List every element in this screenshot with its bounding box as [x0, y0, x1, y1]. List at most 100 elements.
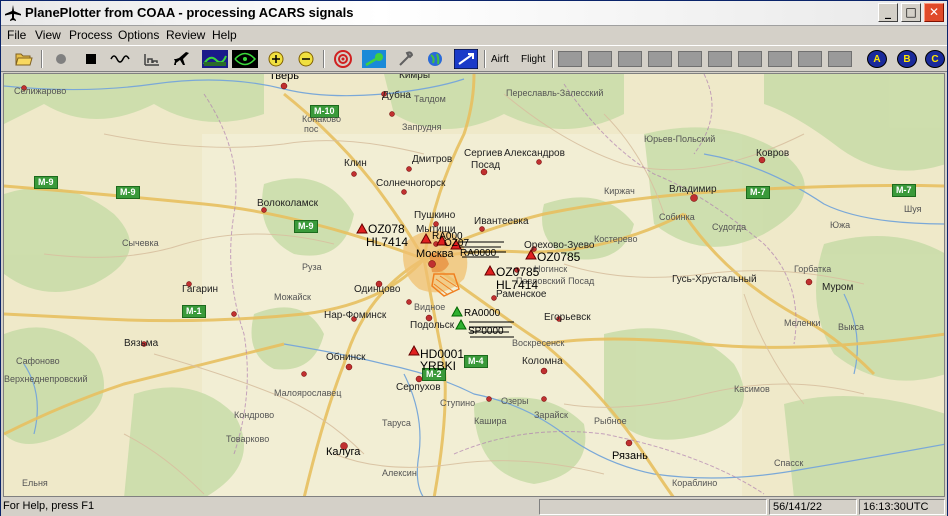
city-label: Подольск — [410, 320, 455, 331]
close-button[interactable]: ✕ — [924, 3, 944, 22]
target-icon[interactable] — [332, 49, 354, 69]
city-label: Конаково — [302, 114, 341, 124]
aircraft-label[interactable]: OZ0785 — [496, 265, 539, 279]
menu-view[interactable]: View — [35, 28, 61, 42]
tools-icon[interactable] — [395, 49, 417, 69]
city-label: Рыбное — [594, 416, 627, 426]
status-bar: For Help, press F1 56/141/22 16:13:30UTC — [1, 498, 947, 516]
city-label: Касимов — [734, 384, 770, 394]
city-label: Спасск — [774, 458, 804, 468]
globe-icon[interactable] — [424, 49, 446, 69]
slot-button-10[interactable] — [828, 51, 852, 67]
menu-options[interactable]: Options — [118, 28, 159, 42]
city-label: Алексин — [382, 468, 417, 478]
app-window: PlanePlotter from COAA - processing ACAR… — [0, 0, 948, 516]
stop-icon[interactable] — [80, 49, 102, 69]
map-view-icon[interactable] — [201, 49, 229, 69]
city-label: Выкса — [838, 322, 865, 332]
city-label: Кондрово — [234, 410, 275, 420]
aircraft-label[interactable]: SP0000 — [468, 326, 504, 337]
flight-toggle[interactable]: Flight — [521, 54, 545, 65]
menu-bar: File View Process Options Review Help — [1, 26, 947, 45]
city-label: Ковров — [756, 148, 790, 159]
status-counts: 56/141/22 — [769, 499, 857, 515]
slot-button-2[interactable] — [588, 51, 612, 67]
city-label: Гусь-Хрустальный — [672, 274, 757, 285]
city-label: Гагарин — [182, 284, 219, 295]
city-label: Костерево — [594, 234, 638, 244]
city-label: Руза — [302, 262, 322, 272]
city-label: Пушкино — [414, 210, 456, 221]
waveform-icon[interactable] — [110, 49, 132, 69]
city-label: Озеры — [501, 396, 529, 406]
key-icon[interactable] — [361, 49, 387, 69]
plane-app-icon — [5, 5, 21, 21]
slot-button-8[interactable] — [768, 51, 792, 67]
city-label: Александров — [504, 148, 565, 159]
menu-review[interactable]: Review — [166, 28, 205, 42]
minimize-button[interactable]: _ — [878, 3, 898, 22]
slot-button-5[interactable] — [678, 51, 702, 67]
radar-view-icon[interactable] — [231, 49, 259, 69]
route-icon[interactable] — [453, 49, 479, 69]
record-icon[interactable] — [50, 49, 72, 69]
road-shield: M-9 — [294, 220, 318, 233]
city-label: Солнечногорск — [376, 178, 446, 189]
city-label: Кимры — [399, 73, 431, 81]
open-folder-icon[interactable] — [13, 49, 35, 69]
slot-button-3[interactable] — [618, 51, 642, 67]
aircraft-label[interactable]: HL7414 — [366, 235, 408, 249]
aircraft-label[interactable]: RA0000 — [464, 308, 500, 319]
city-label: Клин — [344, 158, 367, 169]
city-label: Переславль-Залесский — [506, 88, 604, 98]
chart-steps-icon[interactable] — [141, 49, 163, 69]
city-label: Ступино — [440, 398, 476, 408]
aircraft-label[interactable]: OZ078 — [368, 222, 405, 236]
zoom-out-icon[interactable] — [295, 49, 317, 69]
city-label: Горбатка — [794, 264, 832, 274]
aircraft-label[interactable]: OZ0785 — [537, 250, 580, 264]
aircraft-label[interactable]: RA0000 — [460, 248, 496, 259]
filter-a-button[interactable]: A — [867, 50, 887, 68]
city-label: Киржач — [604, 186, 635, 196]
road-shield: M-7 — [892, 184, 916, 197]
aircraft-toggle[interactable]: Airft — [491, 54, 509, 65]
city-label: Видное — [414, 302, 446, 312]
city-label: Ельня — [22, 478, 48, 488]
city-label: Воскресенск — [512, 338, 565, 348]
slot-button-9[interactable] — [798, 51, 822, 67]
toolbar: Airft Flight A B C — [1, 45, 947, 72]
airplane-icon[interactable] — [171, 49, 193, 69]
city-label: Рязань — [612, 450, 648, 462]
menu-process[interactable]: Process — [69, 28, 112, 42]
status-time: 16:13:30UTC — [859, 499, 945, 515]
menu-file[interactable]: File — [7, 28, 26, 42]
city-label: Дубна — [382, 90, 411, 101]
title-bar[interactable]: PlanePlotter from COAA - processing ACAR… — [1, 1, 947, 26]
city-label: Ивантеевка — [474, 216, 529, 227]
city-label: Таруса — [382, 418, 411, 428]
slot-button-6[interactable] — [708, 51, 732, 67]
aircraft-label[interactable]: HL7414 — [496, 278, 538, 292]
road-shield: M-1 — [182, 305, 206, 318]
road-shield: M-9 — [34, 176, 58, 189]
filter-b-button[interactable]: B — [897, 50, 917, 68]
city-label: Волоколамск — [257, 198, 318, 209]
aircraft-label[interactable]: YRBKI — [420, 359, 456, 373]
slot-button-1[interactable] — [558, 51, 582, 67]
road-shield: M-9 — [116, 186, 140, 199]
city-label: Обнинск — [326, 352, 366, 363]
city-label: Дмитров — [412, 154, 453, 165]
city-label: Посад — [471, 160, 501, 171]
map-view[interactable]: M-10 M-9 M-9 M-9 M-7 M-7 M-1 M-2 M-4 Тве… — [3, 73, 945, 497]
city-label: Муром — [822, 282, 854, 293]
maximize-button[interactable]: □ — [901, 3, 921, 22]
menu-help[interactable]: Help — [212, 28, 237, 42]
city-label: Кораблино — [672, 478, 718, 488]
slot-button-4[interactable] — [648, 51, 672, 67]
slot-button-7[interactable] — [738, 51, 762, 67]
zoom-in-icon[interactable] — [265, 49, 287, 69]
city-label: Запрудня — [402, 122, 442, 132]
filter-c-button[interactable]: C — [925, 50, 945, 68]
city-label: Кашира — [474, 416, 507, 426]
